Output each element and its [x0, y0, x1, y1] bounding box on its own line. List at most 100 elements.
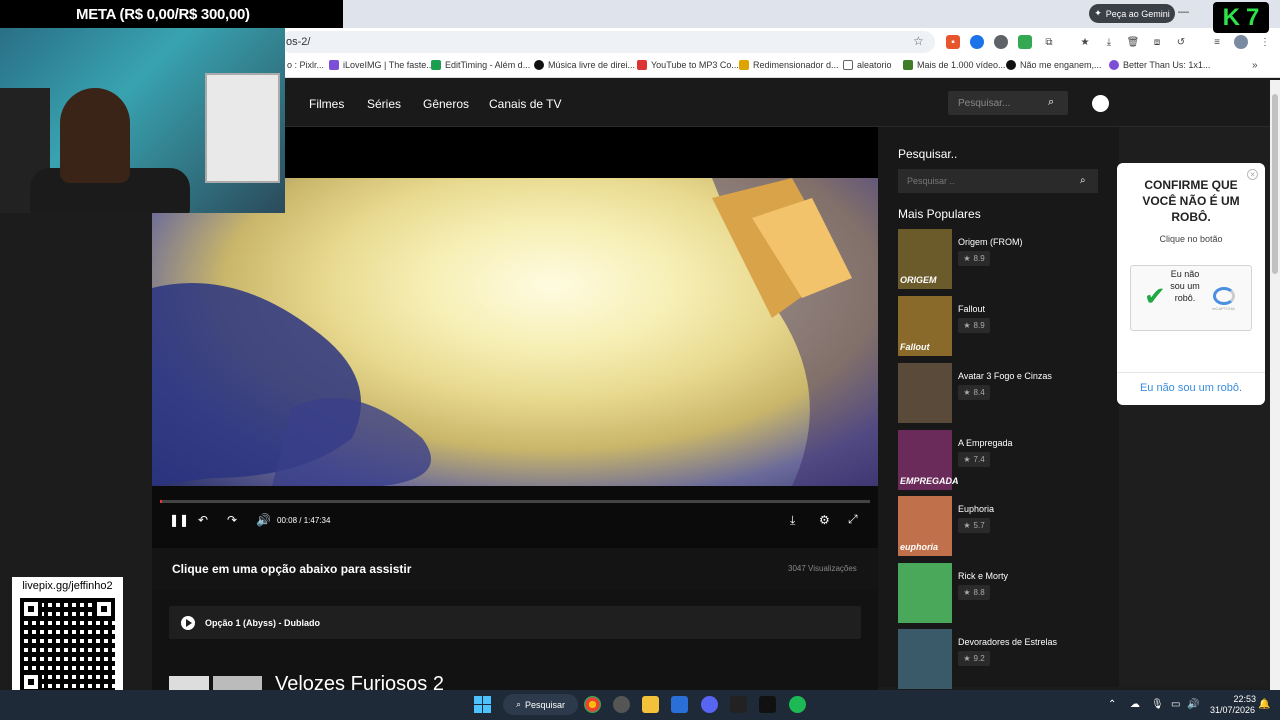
tray-chevron-icon[interactable]: ⌃ — [1108, 699, 1116, 710]
bookmark-item[interactable]: Better Than Us: 1x1... — [1109, 60, 1210, 70]
store-icon[interactable] — [671, 696, 688, 713]
chrome-icon[interactable] — [584, 696, 601, 713]
taskbar-search-label: Pesquisar — [525, 699, 566, 710]
pause-icon[interactable]: ❚❚ — [169, 513, 189, 527]
search-icon[interactable]: ⌕ — [1080, 175, 1086, 186]
mic-icon[interactable]: 🎙 — [1151, 699, 1164, 710]
bookmark-item[interactable]: YouTube to MP3 Co... — [637, 60, 739, 70]
discord-icon[interactable] — [701, 696, 718, 713]
extension-icon[interactable] — [1018, 35, 1032, 49]
taskbar-clock-time[interactable]: 22:53 — [1228, 694, 1256, 704]
bookmark-label: Redimensionador d... — [753, 60, 839, 70]
minimize-icon[interactable]: — — [1178, 6, 1189, 18]
popular-item[interactable]: Avatar 3 Fogo e Cinzas ★ 8.4 — [898, 363, 1108, 423]
nav-series[interactable]: Séries — [367, 97, 401, 111]
notification-icon[interactable]: 🔔 — [1258, 699, 1270, 710]
taskbar-clock-date[interactable]: 31/07/2026 — [1209, 705, 1255, 715]
time-separator: / — [299, 516, 302, 525]
bookmark-item[interactable]: Música livre de direi... — [534, 60, 635, 70]
spotify-icon[interactable] — [789, 696, 806, 713]
popular-item-name: Devoradores de Estrelas — [958, 637, 1058, 647]
nav-canais-de-tv[interactable]: Canais de TV — [489, 97, 562, 111]
video-progress-bar[interactable] — [160, 500, 870, 503]
address-bar[interactable] — [280, 31, 935, 53]
favicon-icon — [534, 60, 544, 70]
extension-icon[interactable] — [970, 35, 984, 49]
forward-10-icon[interactable]: ↷ — [227, 513, 237, 527]
rewind-10-icon[interactable]: ↶ — [198, 513, 208, 527]
bookmark-label: Mais de 1.000 vídeo... — [917, 60, 1006, 70]
puzzle-icon[interactable]: ⧉ — [1042, 35, 1056, 49]
volume-icon[interactable]: 🔊 — [1187, 699, 1199, 710]
extension-icon[interactable]: ▪ — [946, 35, 960, 49]
bookmark-star-icon[interactable]: ☆ — [913, 34, 924, 48]
star-icon[interactable]: ★ — [1078, 35, 1092, 49]
windows-start-icon[interactable] — [474, 696, 491, 713]
onedrive-icon[interactable]: ☁ — [1130, 699, 1140, 710]
donation-goal-text: META (R$ 0,00/R$ 300,00) — [76, 6, 250, 23]
bookmark-item[interactable]: Mais de 1.000 vídeo... — [903, 60, 1006, 70]
audio-app-icon[interactable] — [759, 696, 776, 713]
menu-lines-icon[interactable]: ≡ — [1210, 35, 1224, 49]
video-frame[interactable] — [152, 178, 878, 486]
extension-icon[interactable] — [994, 35, 1008, 49]
fullscreen-icon[interactable]: ⤢ — [848, 512, 858, 527]
gemini-button[interactable]: ✦ Peça ao Gemini — [1089, 4, 1175, 23]
star-icon: ★ — [963, 254, 971, 263]
bookmark-label: Música livre de direi... — [548, 60, 636, 70]
favicon-icon — [431, 60, 441, 70]
volume-icon[interactable]: 🔊 — [256, 513, 271, 527]
bookmark-item[interactable]: Redimensionador d... — [739, 60, 839, 70]
popular-item[interactable]: Devoradores de Estrelas ★ 9.2 — [898, 629, 1108, 689]
bookmark-item[interactable]: iLoveIMG | The faste... — [329, 60, 434, 70]
checkmark-icon[interactable]: ✔ — [1144, 283, 1166, 309]
history-icon[interactable]: ↺ — [1174, 35, 1188, 49]
rating-value: 8.8 — [973, 588, 985, 597]
translate-icon[interactable]: ⧈ — [1150, 35, 1164, 49]
video-scene — [152, 178, 878, 486]
bookmark-label: YouTube to MP3 Co... — [651, 60, 739, 70]
bookmark-item[interactable]: aleatorio — [843, 60, 892, 70]
poster-thumbnail: Fallout — [898, 296, 952, 356]
recaptcha-label: Eu não sou um robô. — [1170, 269, 1200, 303]
settings-gear-icon[interactable]: ⚙ — [819, 513, 830, 527]
popular-item[interactable]: Fallout Fallout ★ 8.9 — [898, 296, 1108, 356]
captcha-confirm-link[interactable]: Eu não sou um robô. — [1117, 382, 1265, 394]
nav-filmes[interactable]: Filmes — [309, 97, 344, 111]
bookmarks-overflow-icon[interactable]: » — [1252, 60, 1258, 71]
search-icon: ⌕ — [515, 699, 521, 709]
popular-item-name: Euphoria — [958, 504, 995, 514]
nav-generos[interactable]: Gêneros — [423, 97, 469, 111]
popular-item-name: Origem (FROM) — [958, 237, 1023, 247]
rating-badge: ★ 8.8 — [958, 585, 990, 600]
bookmark-item[interactable]: EditTiming - Além d... — [431, 60, 530, 70]
scrollbar-thumb[interactable] — [1272, 94, 1278, 274]
bookmark-label: o : Pixlr... — [287, 60, 325, 70]
app-icon[interactable] — [613, 696, 630, 713]
popular-item[interactable]: EMPREGADA A Empregada ★ 7.4 — [898, 430, 1108, 490]
profile-avatar[interactable] — [1234, 35, 1248, 49]
download-icon[interactable]: ⤓ — [790, 513, 795, 528]
star-icon: ★ — [963, 588, 971, 597]
popular-item[interactable]: Rick e Morty ★ 8.8 — [898, 563, 1108, 623]
rating-badge: ★ 5.7 — [958, 518, 990, 533]
folder-icon[interactable] — [642, 696, 659, 713]
bookmark-label: Não me enganem,... — [1020, 60, 1102, 70]
download-icon[interactable]: ⤓ — [1102, 35, 1116, 49]
bookmark-item[interactable]: Não me enganem,... — [1006, 60, 1102, 70]
bookmark-item[interactable]: o : Pixlr... — [287, 60, 324, 70]
user-account-icon[interactable] — [1092, 95, 1109, 112]
taskbar-search[interactable]: ⌕ Pesquisar — [503, 694, 578, 715]
rating-badge: ★ 8.9 — [958, 318, 990, 333]
app-icon[interactable] — [730, 696, 747, 713]
favicon-icon — [1109, 60, 1119, 70]
kebab-menu-icon[interactable]: ⋮ — [1258, 35, 1272, 49]
trash-icon[interactable]: 🗑 — [1126, 35, 1140, 49]
popular-item[interactable]: euphoria Euphoria ★ 5.7 — [898, 496, 1108, 556]
rating-value: 8.4 — [973, 388, 985, 397]
sidebar-search-label: Pesquisar.. — [898, 147, 958, 161]
popular-item-name: A Empregada — [958, 438, 1013, 448]
network-icon[interactable]: ▭ — [1171, 699, 1180, 710]
search-icon[interactable]: ⌕ — [1048, 96, 1054, 109]
popular-item[interactable]: ORIGEM Origem (FROM) ★ 8.9 — [898, 229, 1108, 289]
